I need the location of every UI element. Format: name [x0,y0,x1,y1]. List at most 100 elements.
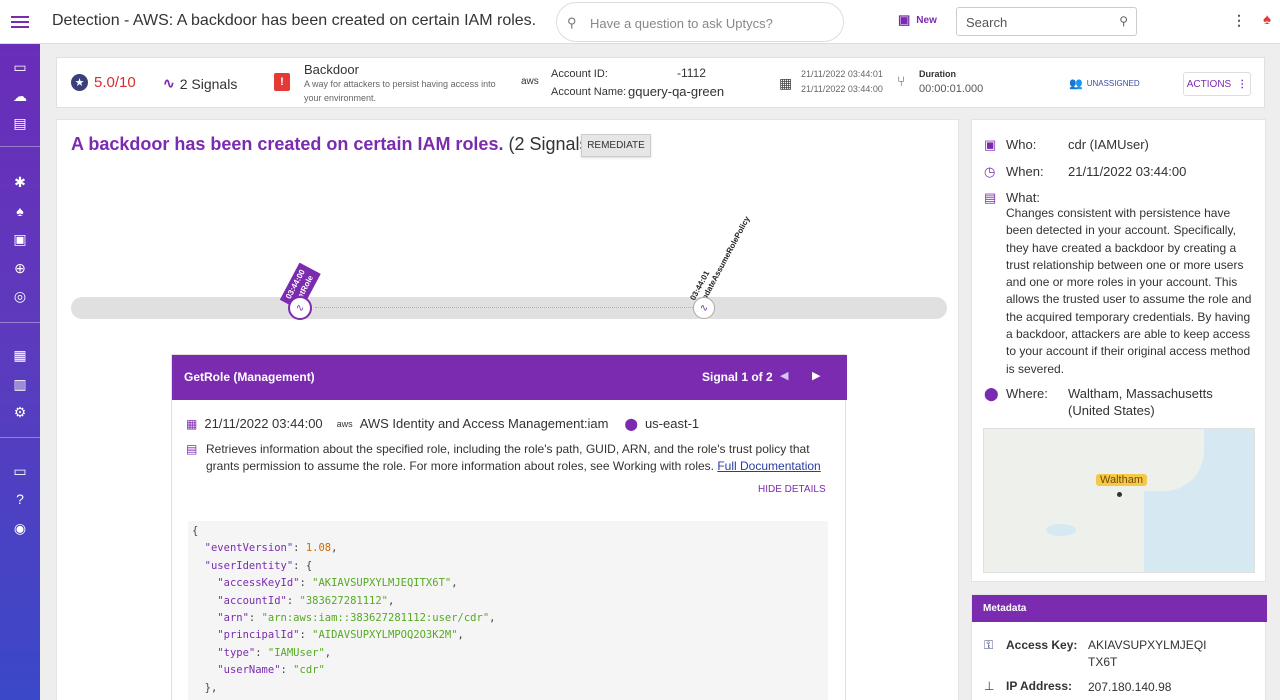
access-key-label: Access Key: [1006,638,1078,652]
when-label: When: [1006,164,1044,179]
access-key-value: AKIAVSUPXYLMJEQI TX6T [1088,638,1207,669]
where-value: Waltham, Massachusetts (United States) [1068,386,1213,418]
duration-label: Duration [919,69,956,79]
search-input[interactable]: Search ⚲ [956,7,1137,36]
id-card-icon: ▣ [984,137,997,152]
location-map[interactable]: Waltham [983,428,1255,573]
actions-button[interactable]: ACTIONS ⋮ [1183,72,1251,96]
pulse-icon: ∿ [699,302,709,314]
clipboard-icon[interactable]: ▣ [10,229,30,249]
when-value: 21/11/2022 03:44:00 [1068,164,1187,179]
bell-icon[interactable]: ♠ [10,201,30,221]
signal-title: GetRole (Management) [184,370,315,384]
bug-icon[interactable]: ✱ [10,172,30,192]
where-row: ⬤ Where: [984,386,1068,402]
chevron-left-icon[interactable]: ◀ [780,369,788,382]
signal-region: us-east-1 [644,416,700,431]
who-value: cdr (IAMUser) [1068,137,1149,152]
devices-icon[interactable]: ▭ [10,461,30,481]
ask-placeholder: Have a question to ask Uptycs? [590,16,773,31]
new-label: New [916,14,937,26]
signals-label: 2 Signals [179,75,238,92]
full-documentation-link[interactable]: Full Documentation [717,459,820,473]
monitor-icon[interactable]: ▭ [10,57,30,77]
timeline-node-1[interactable]: ∿ [288,296,312,320]
rail-divider [0,322,40,323]
users-icon: 👥 [1069,78,1083,90]
detection-summary-bar: ★ 5.0/10 ∿ 2 Signals ! Backdoor A way fo… [56,57,1265,108]
search-placeholder: Search [966,15,1008,30]
pulse-icon: ∿ [163,75,175,91]
detection-details-panel: ▣ Who: cdr (IAMUser) ◷ When: 21/11/2022 03:4… [971,119,1266,582]
timeline-node-2[interactable]: ∿ [693,297,715,319]
aws-logo: aws [521,76,539,87]
ip-address-label: IP Address: [1006,679,1073,693]
event-json: { "eventVersion": 1.08, "userIdentity": … [188,521,828,700]
signal-counter: Signal 1 of 2 [702,370,773,384]
tactic-description: A way for attackers to persist having ac… [304,79,496,103]
tactic-name: Backdoor [304,62,359,77]
ip-address-value: 207.180.140.98 [1088,680,1172,694]
top-header: Detection - AWS: A backdoor has been cre… [40,0,1280,44]
key-icon: ⚿ [984,638,994,652]
what-row: ▤ What: [984,190,1068,206]
who-label: Who: [1006,137,1037,152]
new-button[interactable]: ▣ New [898,12,937,28]
settings-icon[interactable]: ⚙ [10,402,30,422]
server-icon[interactable]: ▤ [10,113,30,133]
where-label: Where: [1006,386,1048,401]
detection-main-card: A backdoor has been created on certain I… [56,119,959,700]
clock-icon: ◷ [984,164,996,179]
report-icon[interactable]: ▥ [10,374,30,394]
assignee-button[interactable]: 👥 UNASSIGNED [1069,77,1140,90]
signal-service: AWS Identity and Access Management:iam [359,416,609,431]
calendar-icon: ▦ [779,75,793,91]
star-icon: ★ [71,74,88,91]
time-end: 21/11/2022 03:44:00 [801,84,883,94]
signal-header: GetRole (Management) Signal 1 of 2 ◀ ▶ [172,355,847,400]
brain-icon[interactable]: ◎ [10,286,30,306]
account-name-value: gquery-qa-green [628,84,725,99]
detection-heading-title: A backdoor has been created on certain I… [71,134,504,154]
more-options-icon[interactable]: ⋮ [1232,12,1246,29]
access-key-row: ⚿ Access Key: [984,638,1086,653]
signal-meta: ▦ 21/11/2022 03:44:00 aws AWS Identity a… [186,416,699,431]
crosshair-icon[interactable]: ⊕ [10,258,30,278]
page-title: Detection - AWS: A backdoor has been cre… [52,12,537,29]
assignee-label: UNASSIGNED [1086,79,1140,88]
calendar-icon: ▦ [186,416,198,431]
what-label: What: [1006,190,1040,205]
left-nav-rail: ▭ ☁ ▤ ✱ ♠ ▣ ⊕ ◎ ▦ ▥ ⚙ ▭ ? ◉ [0,0,40,700]
rail-divider [0,437,40,438]
signal-timeline [71,297,947,319]
api-icon[interactable]: ◉ [10,518,30,538]
hide-details-button[interactable]: HIDE DETAILS [758,484,826,495]
time-start: 21/11/2022 03:44:01 [801,69,883,79]
search-icon: ⚲ [567,15,577,30]
alert-bell-icon[interactable]: ♠ [1263,11,1271,28]
account-id-label: Account ID: [551,68,608,80]
ask-uptycs-input[interactable]: ⚲ Have a question to ask Uptycs? [556,2,844,42]
help-icon[interactable]: ? [10,489,30,509]
detection-heading: A backdoor has been created on certain I… [71,134,595,155]
score-value: 5.0/10 [94,74,136,91]
chevron-right-icon[interactable]: ▶ [812,369,820,382]
when-row: ◷ When: 21/11/2022 03:44:00 [984,164,1186,180]
duration-value: 00:00:01.000 [919,83,984,95]
risk-score: ★ 5.0/10 [71,74,136,91]
briefcase-icon: ▣ [898,12,911,27]
cloud-icon[interactable]: ☁ [10,86,30,106]
signal-panel: GetRole (Management) Signal 1 of 2 ◀ ▶ ▦… [171,354,847,700]
remediate-button[interactable]: REMEDIATE [581,134,651,157]
metadata-title: Metadata [972,595,1267,622]
hamburger-menu-icon[interactable] [0,0,40,44]
dashboard-icon[interactable]: ▦ [10,345,30,365]
ip-address-row: ⊥ IP Address: [984,679,1086,693]
what-value: Changes consistent with persistence have… [1006,206,1252,376]
kebab-icon: ⋮ [1237,78,1248,90]
timeline-tag-updateassumerolepolicy[interactable]: 03:44:01 UpdateAssumeRolePolicy [688,210,752,307]
location-pin-icon: ⬤ [624,416,638,431]
metadata-panel: Metadata ⚿ Access Key: AKIAVSUPXYLMJEQI T… [971,594,1267,700]
document-icon: ▤ [186,442,198,456]
keyboard-icon: ▤ [984,190,997,205]
